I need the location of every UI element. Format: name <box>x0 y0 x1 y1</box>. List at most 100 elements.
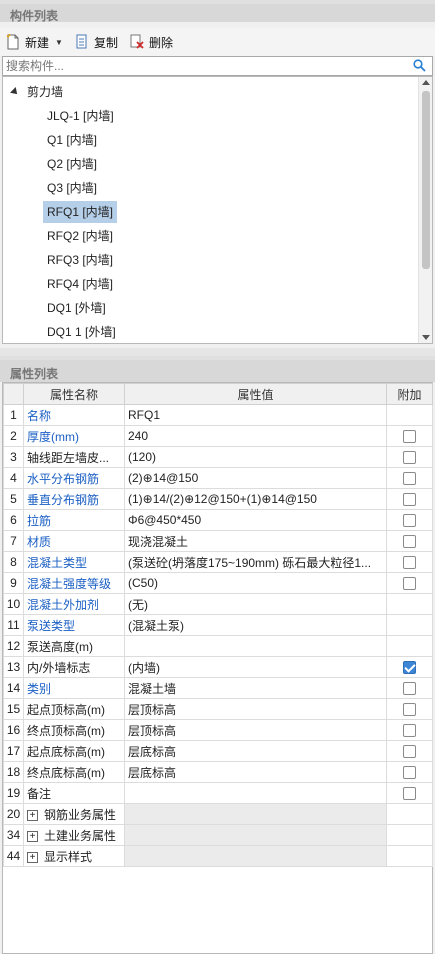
property-value[interactable]: (泵送砼(坍落度175~190mm) 砾石最大粒径1... <box>124 551 387 573</box>
property-row[interactable]: 11 泵送类型 (混凝土泵) <box>3 614 433 636</box>
property-group-name[interactable]: + 钢筋业务属性 <box>23 803 125 825</box>
property-value[interactable]: 层顶标高 <box>124 698 387 720</box>
property-value[interactable]: 层底标高 <box>124 740 387 762</box>
property-value[interactable]: (混凝土泵) <box>124 614 387 636</box>
group-label: 钢筋业务属性 <box>44 807 117 822</box>
property-name: 名称 <box>23 404 125 426</box>
extra-checkbox[interactable] <box>403 787 416 801</box>
tree-scrollbar[interactable] <box>418 77 432 343</box>
extra-checkbox[interactable] <box>403 661 416 675</box>
tree-item[interactable]: Q3 [内墙] <box>43 177 101 199</box>
tree-item[interactable]: RFQ3 [内墙] <box>43 249 117 271</box>
extra-checkbox[interactable] <box>403 556 416 570</box>
extra-checkbox[interactable] <box>403 682 416 696</box>
extra-checkbox[interactable] <box>403 535 416 549</box>
property-row[interactable]: 3 轴线距左墙皮... (120) <box>3 446 433 468</box>
scroll-down-icon[interactable] <box>422 335 430 340</box>
tree-node-shear-wall[interactable]: 剪力墙 <box>10 81 63 103</box>
extra-checkbox[interactable] <box>403 766 416 780</box>
tree-item[interactable]: Q1 [内墙] <box>43 129 101 151</box>
property-row[interactable]: 15 起点顶标高(m) 层顶标高 <box>3 698 433 720</box>
new-button[interactable]: 新建 ▼ <box>6 31 63 53</box>
property-value[interactable]: RFQ1 <box>124 404 387 426</box>
property-group-name[interactable]: + 显示样式 <box>23 845 125 867</box>
property-name-header: 属性名称 <box>23 383 125 405</box>
property-list-title: 属性列表 <box>0 356 435 382</box>
expand-plus-icon[interactable]: + <box>27 830 38 842</box>
extra-checkbox[interactable] <box>403 472 416 486</box>
component-list-title: 构件列表 <box>0 0 435 23</box>
row-number: 9 <box>3 572 24 594</box>
tree-item[interactable]: DQ1 [外墙] <box>43 297 110 319</box>
property-row[interactable]: 16 终点顶标高(m) 层顶标高 <box>3 719 433 741</box>
extra-checkbox[interactable] <box>403 493 416 507</box>
property-row[interactable]: 12 泵送高度(m) <box>3 635 433 657</box>
group-value-cell <box>124 824 387 846</box>
extra-cell <box>386 824 433 846</box>
property-value[interactable]: Φ6@450*450 <box>124 509 387 531</box>
property-value[interactable]: (120) <box>124 446 387 468</box>
property-row[interactable]: 13 内/外墙标志 (内墙) <box>3 656 433 678</box>
tree-item[interactable]: RFQ4 [内墙] <box>43 273 117 295</box>
expand-plus-icon[interactable]: + <box>27 809 38 821</box>
property-value[interactable]: (无) <box>124 593 387 615</box>
property-value[interactable]: (1)⊕14/(2)⊕12@150+(1)⊕14@150 <box>124 488 387 510</box>
property-group-row[interactable]: 34 + 土建业务属性 <box>3 824 433 846</box>
property-name: 终点底标高(m) <box>23 761 125 783</box>
component-tree: 剪力墙 JLQ-1 [内墙] Q1 [内墙] Q2 [内墙] Q3 [内墙] RFQ1 … <box>2 76 433 344</box>
property-row[interactable]: 1 名称 RFQ1 <box>3 404 433 426</box>
property-row[interactable]: 14 类别 混凝土墙 <box>3 677 433 699</box>
tree-item[interactable]: RFQ2 [内墙] <box>43 225 117 247</box>
expand-triangle-icon[interactable] <box>10 87 20 97</box>
tree-item[interactable]: JLQ-1 [内墙] <box>43 105 118 127</box>
property-name: 起点顶标高(m) <box>23 698 125 720</box>
property-value[interactable]: 层顶标高 <box>124 719 387 741</box>
extra-checkbox[interactable] <box>403 703 416 717</box>
property-value[interactable]: 层底标高 <box>124 761 387 783</box>
scrollbar-thumb[interactable] <box>422 91 430 269</box>
tree-item[interactable]: Q2 [内墙] <box>43 153 101 175</box>
property-group-row[interactable]: 44 + 显示样式 <box>3 845 433 867</box>
property-row[interactable]: 8 混凝土类型 (泵送砼(坍落度175~190mm) 砾石最大粒径1... <box>3 551 433 573</box>
row-number: 13 <box>3 656 24 678</box>
property-value[interactable]: (内墙) <box>124 656 387 678</box>
tree-item[interactable]: RFQ1 [内墙] <box>43 201 118 223</box>
chevron-down-icon[interactable]: ▼ <box>55 38 63 47</box>
property-value[interactable]: 混凝土墙 <box>124 677 387 699</box>
property-value[interactable] <box>124 635 387 657</box>
property-row[interactable]: 19 备注 <box>3 782 433 804</box>
extra-checkbox[interactable] <box>403 724 416 738</box>
property-row[interactable]: 9 混凝土强度等级 (C50) <box>3 572 433 594</box>
extra-checkbox[interactable] <box>403 745 416 759</box>
property-row[interactable]: 7 材质 现浇混凝土 <box>3 530 433 552</box>
property-value[interactable] <box>124 782 387 804</box>
component-search-input[interactable]: 搜索构件... <box>2 56 433 76</box>
property-group-name[interactable]: + 土建业务属性 <box>23 824 125 846</box>
property-value[interactable]: (2)⊕14@150 <box>124 467 387 489</box>
copy-button[interactable]: 复制 <box>75 31 118 53</box>
property-value[interactable]: 240 <box>124 425 387 447</box>
extra-checkbox[interactable] <box>403 514 416 528</box>
property-row[interactable]: 5 垂直分布钢筋 (1)⊕14/(2)⊕12@150+(1)⊕14@150 <box>3 488 433 510</box>
scroll-up-icon[interactable] <box>422 80 430 85</box>
property-row[interactable]: 4 水平分布钢筋 (2)⊕14@150 <box>3 467 433 489</box>
property-value[interactable]: (C50) <box>124 572 387 594</box>
property-row[interactable]: 2 厚度(mm) 240 <box>3 425 433 447</box>
property-row[interactable]: 18 终点底标高(m) 层底标高 <box>3 761 433 783</box>
property-row[interactable]: 17 起点底标高(m) 层底标高 <box>3 740 433 762</box>
row-number: 8 <box>3 551 24 573</box>
tree-item[interactable]: DQ1 1 [外墙] <box>43 321 120 343</box>
property-value[interactable]: 现浇混凝土 <box>124 530 387 552</box>
property-row[interactable]: 6 拉筋 Φ6@450*450 <box>3 509 433 531</box>
extra-checkbox[interactable] <box>403 430 416 444</box>
extra-checkbox[interactable] <box>403 451 416 465</box>
property-name: 类别 <box>23 677 125 699</box>
property-row[interactable]: 10 混凝土外加剂 (无) <box>3 593 433 615</box>
search-icon[interactable] <box>413 59 426 72</box>
extra-checkbox[interactable] <box>403 577 416 591</box>
row-number-header <box>3 383 24 405</box>
delete-button[interactable]: 删除 <box>130 31 173 53</box>
expand-plus-icon[interactable]: + <box>27 851 38 863</box>
property-group-row[interactable]: 20 + 钢筋业务属性 <box>3 803 433 825</box>
row-number: 18 <box>3 761 24 783</box>
